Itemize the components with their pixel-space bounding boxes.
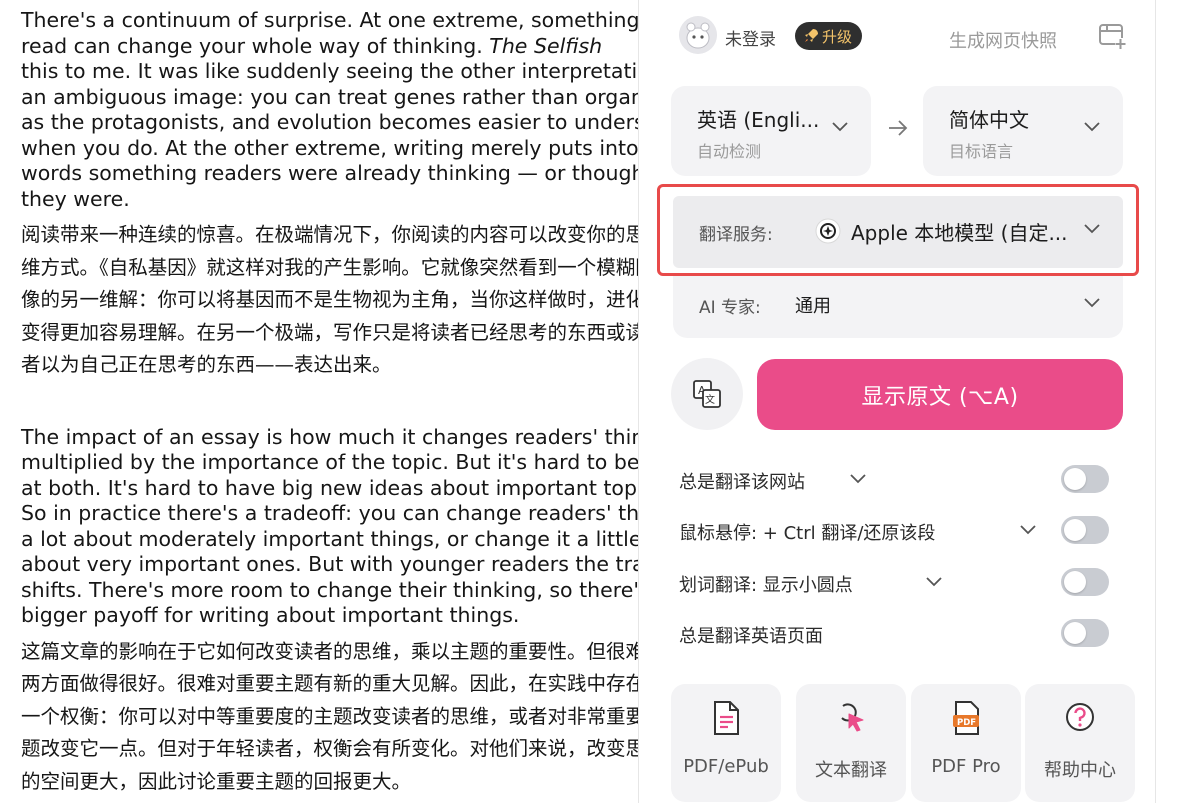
text-line: words something readers were already thi…	[21, 161, 638, 185]
toggle-switch[interactable]	[1061, 568, 1109, 596]
text-line: this to me. It was like suddenly seeing …	[21, 59, 638, 83]
article-content: There's a continuum of surprise. At one …	[0, 0, 638, 803]
translate-icon: A 文	[693, 380, 721, 408]
text-line: 两方面做得很好。很难对重要主题有新的重大见解。因此，在实践中存在	[21, 672, 638, 695]
snapshot-link[interactable]: 生成网页快照	[949, 27, 1057, 53]
translation-popup-panel: 未登录 升级 生成网页快照 英语 (Engli... 自动检测 简体中文 目标语…	[638, 0, 1156, 803]
text-line: about very important ones. But with youn…	[21, 552, 638, 576]
book-title: The Selfish	[489, 33, 603, 58]
user-avatar-icon	[679, 16, 717, 54]
option-label: 划词翻译: 显示小圆点	[679, 575, 853, 596]
tool-label: PDF Pro	[931, 756, 1001, 777]
source-language-hint: 自动检测	[697, 142, 762, 161]
text-line: 这篇文章的影响在于它如何改变读者的思维，乘以主题的重要性。但很难在	[21, 639, 638, 663]
login-status[interactable]: 未登录	[725, 25, 776, 50]
english-paragraph-1: There's a continuum of surprise. At one …	[21, 8, 638, 212]
svg-text:文: 文	[705, 393, 715, 406]
text-line: they were.	[21, 186, 130, 211]
text-line: 一个权衡：你可以对中等重要度的主题改变读者的思维，或者对非常重要的主	[21, 704, 638, 728]
document-icon	[714, 701, 739, 735]
text-line: 题改变它一点。但对于年轻读者，权衡会有所变化。对他们来说，改变思维	[21, 737, 638, 760]
option-always-translate-english: 总是翻译英语页面	[679, 618, 1119, 652]
snapshot-icon[interactable]	[1097, 21, 1127, 51]
target-language-hint: 目标语言	[949, 142, 1014, 161]
option-selection-translate: 划词翻译: 显示小圆点	[679, 567, 1119, 601]
toggle-switch[interactable]	[1061, 619, 1109, 647]
tool-pdf-epub[interactable]: PDF/ePub	[671, 684, 781, 802]
panel-header: 未登录 升级 生成网页快照	[679, 16, 1126, 58]
text-line: There's a continuum of surprise. At one …	[21, 8, 638, 32]
chevron-down-icon	[1084, 298, 1100, 308]
cursor-click-icon	[841, 703, 864, 732]
tool-text-translate[interactable]: 文本翻译	[796, 684, 906, 802]
tool-label: 帮助中心	[1044, 760, 1116, 781]
target-language-select[interactable]: 简体中文 目标语言	[923, 86, 1123, 176]
option-always-translate-site: 总是翻译该网站	[679, 464, 1119, 498]
text-line: So in practice there's a tradeoff: you c…	[21, 501, 638, 525]
highlight-outline	[657, 184, 1139, 276]
english-paragraph-2: The impact of an essay is how much it ch…	[21, 425, 638, 629]
text-line: read can change your whole way of thinki…	[21, 33, 603, 58]
target-language-name: 简体中文	[949, 108, 1029, 132]
source-language-name: 英语 (Engli...	[697, 108, 820, 132]
text-line: 维方式。《自私基因》就这样对我的产生影响。它就像突然看到一个模糊图	[21, 255, 638, 279]
ai-expert-select[interactable]: AI 专家: 通用	[673, 276, 1123, 338]
show-original-button[interactable]: 显示原文 (⌥A)	[757, 359, 1123, 430]
expert-value: 通用	[795, 296, 831, 317]
text-line: as the protagonists, and evolution becom…	[21, 110, 638, 134]
toggle-switch[interactable]	[1061, 465, 1109, 493]
text-line: bigger payoff for writing about importan…	[21, 603, 520, 627]
help-icon	[1066, 703, 1094, 731]
avatar[interactable]	[679, 16, 717, 54]
text-line: at both. It's hard to have big new ideas…	[21, 475, 638, 500]
option-hover-translate: 鼠标悬停: + Ctrl 翻译/还原该段	[679, 515, 1119, 549]
text-line: 阅读带来一种连续的惊喜。在极端情况下，你阅读的内容可以改变你的思	[21, 223, 638, 246]
chevron-down-icon[interactable]	[849, 472, 867, 484]
text-line: 像的另一维解：你可以将基因而不是生物视为主角，当你这样做时，进化	[21, 288, 638, 311]
upgrade-button[interactable]: 升级	[795, 22, 863, 50]
toggle-switch[interactable]	[1061, 516, 1109, 544]
arrow-right-icon	[889, 120, 908, 136]
text-line: multiplied by the importance of the topi…	[21, 450, 638, 474]
tool-pdf-pro[interactable]: PDF PDF Pro	[911, 684, 1021, 802]
option-label: 总是翻译英语页面	[679, 626, 823, 647]
text-line: when you do. At the other extreme, writi…	[21, 135, 638, 160]
pdf-icon: PDF	[953, 701, 979, 735]
tool-label: 文本翻译	[815, 760, 887, 781]
chinese-translation-1: 阅读带来一种连续的惊喜。在极端情况下，你阅读的内容可以改变你的思 维方式。《自私…	[21, 219, 638, 382]
chinese-translation-2: 这篇文章的影响在于它如何改变读者的思维，乘以主题的重要性。但很难在 两方面做得很…	[21, 636, 638, 799]
text-line: 变得更加容易理解。在另一个极端，写作只是将读者已经思考的东西或读	[21, 320, 638, 344]
rocket-icon	[805, 29, 818, 42]
text-line: a lot about moderately important things,…	[21, 526, 638, 551]
option-label: 总是翻译该网站	[679, 472, 805, 493]
chevron-down-icon[interactable]	[925, 575, 943, 587]
chevron-down-icon[interactable]	[1019, 523, 1037, 535]
text-line: The impact of an essay is how much it ch…	[21, 424, 638, 449]
text-line: an ambiguous image: you can treat genes …	[21, 84, 638, 109]
upgrade-label: 升级	[822, 27, 853, 46]
tool-label: PDF/ePub	[683, 756, 769, 777]
tool-help-center[interactable]: 帮助中心	[1025, 684, 1135, 802]
source-language-select[interactable]: 英语 (Engli... 自动检测	[671, 86, 871, 176]
expert-label: AI 专家:	[699, 298, 761, 318]
option-label: 鼠标悬停: + Ctrl 翻译/还原该段	[679, 523, 936, 544]
text-line: 者以为自己正在思考的东西——表达出来。	[21, 353, 392, 376]
text-line: shifts. There's more room to change thei…	[21, 577, 638, 602]
chevron-down-icon	[832, 122, 848, 132]
translate-toggle-button[interactable]: A 文	[671, 358, 743, 430]
text-line: 的空间更大，因此讨论重要主题的回报更大。	[21, 769, 412, 793]
chevron-down-icon	[1084, 122, 1100, 132]
svg-text:PDF: PDF	[957, 718, 976, 728]
